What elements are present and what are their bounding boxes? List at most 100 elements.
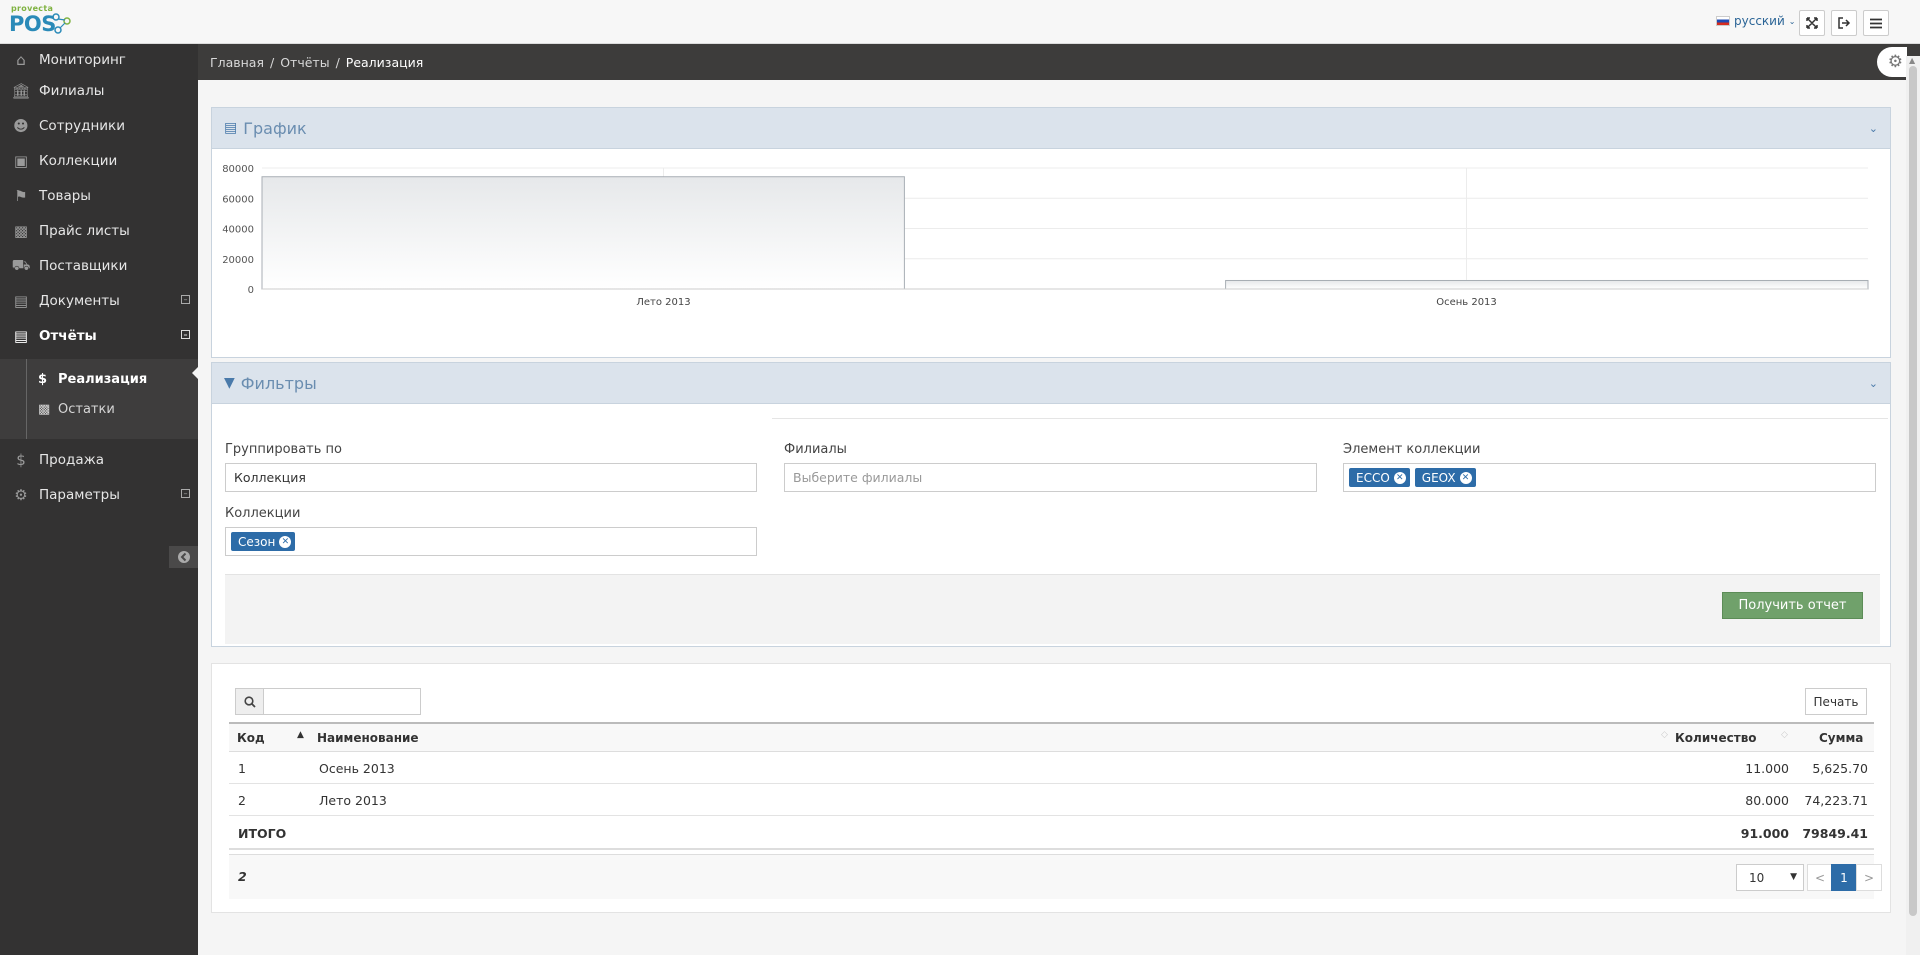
- sidebar-item-employees[interactable]: ☻ Сотрудники: [0, 110, 198, 142]
- sidebar-item-sale[interactable]: $ Продажа: [0, 444, 198, 476]
- table-row[interactable]: 1 Осень 2013 11.000 5,625.70: [229, 752, 1874, 784]
- remove-tag-icon[interactable]: ✕: [1393, 471, 1406, 484]
- total-label: ИТОГО: [238, 826, 287, 841]
- dollar-icon: $: [38, 371, 48, 387]
- car-icon: ⛟: [11, 256, 31, 274]
- settings-button[interactable]: ⚙: [1877, 47, 1907, 77]
- col-header-code[interactable]: Код: [237, 731, 265, 745]
- table-footer: 2 10 ▼ < 1 >: [229, 854, 1882, 899]
- chevron-down-icon: ⌄: [1788, 16, 1796, 26]
- filter-icon: ▼: [224, 375, 235, 391]
- tag-ecco: ECCO ✕: [1349, 468, 1410, 487]
- branches-label: Филиалы: [784, 442, 847, 457]
- page-1-button[interactable]: 1: [1831, 864, 1857, 891]
- sidebar-item-reports[interactable]: ▤ Отчёты –: [0, 320, 198, 352]
- sidebar-collapse-button[interactable]: [169, 546, 198, 568]
- breadcrumb-home[interactable]: Главная: [210, 55, 264, 70]
- money-icon: ▩: [13, 222, 29, 240]
- sidebar-item-suppliers[interactable]: ⛟ Поставщики: [0, 250, 198, 282]
- graph-panel-header[interactable]: ▤ График ⌄: [212, 108, 1890, 149]
- gear-icon: ⚙: [1887, 52, 1903, 72]
- filters-actions-bar: [225, 574, 1880, 644]
- sidebar-subitem-stock[interactable]: ▩ Остатки: [38, 397, 115, 421]
- prev-page-button[interactable]: <: [1807, 864, 1833, 891]
- bar-chart-icon: ▤: [13, 327, 29, 345]
- breadcrumb: Главная / Отчёты / Реализация: [198, 44, 1920, 80]
- get-report-button[interactable]: Получить отчет: [1722, 592, 1863, 619]
- search-input[interactable]: [264, 688, 421, 715]
- collapse-toggle-icon[interactable]: –: [181, 330, 190, 339]
- cell-quantity: 11.000: [1745, 761, 1789, 776]
- group-by-label: Группировать по: [225, 442, 342, 457]
- y-tick-label: 20000: [222, 255, 254, 266]
- y-tick-label: 60000: [222, 194, 254, 205]
- next-page-button[interactable]: >: [1856, 864, 1882, 891]
- scrollbar-thumb[interactable]: [1909, 66, 1917, 916]
- logout-button[interactable]: [1831, 10, 1857, 36]
- sidebar-item-price-lists[interactable]: ▩ Прайс листы: [0, 215, 198, 247]
- col-header-quantity[interactable]: Количество: [1675, 731, 1757, 745]
- x-tick-label: Лето 2013: [636, 297, 690, 308]
- collections-input[interactable]: Сезон ✕: [225, 527, 757, 556]
- menu-button[interactable]: [1863, 10, 1889, 36]
- print-button[interactable]: Печать: [1805, 688, 1867, 715]
- russia-flag-icon: [1716, 16, 1730, 26]
- breadcrumb-reports[interactable]: Отчёты: [280, 55, 329, 70]
- caret-down-icon: ▼: [1790, 872, 1797, 882]
- y-tick-label: 40000: [222, 225, 254, 236]
- branches-input[interactable]: Выберите филиалы: [784, 463, 1317, 492]
- reports-submenu: $ Реализация ▩ Остатки: [0, 359, 198, 439]
- col-header-name[interactable]: Наименование: [317, 731, 419, 745]
- table-search: [235, 688, 421, 715]
- cell-code: 1: [238, 761, 246, 776]
- collapse-toggle-icon[interactable]: –: [181, 295, 190, 304]
- filters-panel-header[interactable]: ▼ Фильтры ⌄: [212, 363, 1890, 404]
- table-total-row: ИТОГО 91.000 79849.41: [229, 816, 1874, 850]
- language-selector[interactable]: русский ⌄: [1716, 14, 1795, 28]
- sort-icon[interactable]: ◇: [1781, 730, 1788, 740]
- report-table-panel: Печать Код ▲ Наименование ◇ Количество ◇…: [211, 663, 1891, 913]
- cell-code: 2: [238, 793, 246, 808]
- y-tick-label: 80000: [222, 164, 254, 175]
- remove-tag-icon[interactable]: ✕: [279, 535, 292, 548]
- group-by-select[interactable]: Коллекция: [225, 463, 757, 492]
- sidebar-item-monitoring[interactable]: ⌂ Мониторинг: [0, 44, 198, 76]
- fullscreen-button[interactable]: [1799, 10, 1825, 36]
- collapse-toggle-icon[interactable]: –: [181, 489, 190, 498]
- tag-geox: GEOX ✕: [1414, 468, 1476, 487]
- collection-element-input[interactable]: ECCO ✕ GEOX ✕: [1343, 463, 1876, 492]
- users-icon: ☻: [13, 117, 29, 135]
- sidebar-item-collections[interactable]: ▣ Коллекции: [0, 145, 198, 177]
- sidebar-item-products[interactable]: ⚑ Товары: [0, 180, 198, 212]
- home-icon: ⌂: [16, 51, 26, 69]
- y-tick-label: 0: [248, 285, 254, 296]
- sidebar-item-branches[interactable]: 🏛 Филиалы: [0, 75, 198, 107]
- scroll-up-icon[interactable]: ▲: [1909, 56, 1915, 65]
- remove-tag-icon[interactable]: ✕: [1459, 471, 1472, 484]
- bank-icon: 🏛: [11, 82, 31, 100]
- sign-out-icon: [1837, 17, 1850, 29]
- app-logo[interactable]: provecta POS: [9, 4, 71, 40]
- sidebar-subitem-sales-report[interactable]: $ Реализация: [38, 367, 147, 391]
- sort-asc-icon[interactable]: ▲: [297, 730, 304, 740]
- page-scrollbar[interactable]: ▲: [1906, 56, 1920, 955]
- sort-icon[interactable]: ◇: [1661, 730, 1668, 740]
- search-button[interactable]: [235, 688, 264, 715]
- col-header-sum[interactable]: Сумма: [1819, 731, 1863, 745]
- filters-panel-title: Фильтры: [240, 373, 317, 393]
- collections-label: Коллекции: [225, 506, 301, 521]
- area-chart: 80000 60000 40000 20000 0 Лето 2013 Осень 2013: [222, 164, 1869, 308]
- tags-icon: ⚑: [14, 187, 28, 205]
- chevron-down-icon[interactable]: ⌄: [1869, 377, 1878, 390]
- sidebar-item-documents[interactable]: ▤ Документы –: [0, 285, 198, 317]
- page-size-select[interactable]: 10 ▼: [1736, 864, 1804, 891]
- cell-name: Лето 2013: [319, 793, 387, 808]
- logo-molecule-icon: [52, 13, 71, 34]
- cell-sum: 74,223.71: [1804, 793, 1868, 808]
- expand-icon: [1806, 17, 1818, 29]
- chevron-down-icon[interactable]: ⌄: [1869, 122, 1878, 135]
- table-row[interactable]: 2 Лето 2013 80.000 74,223.71: [229, 784, 1874, 816]
- total-quantity: 91.000: [1740, 826, 1789, 841]
- top-bar: provecta POS русский ⌄: [0, 0, 1920, 44]
- sidebar-item-settings[interactable]: ⚙ Параметры –: [0, 479, 198, 511]
